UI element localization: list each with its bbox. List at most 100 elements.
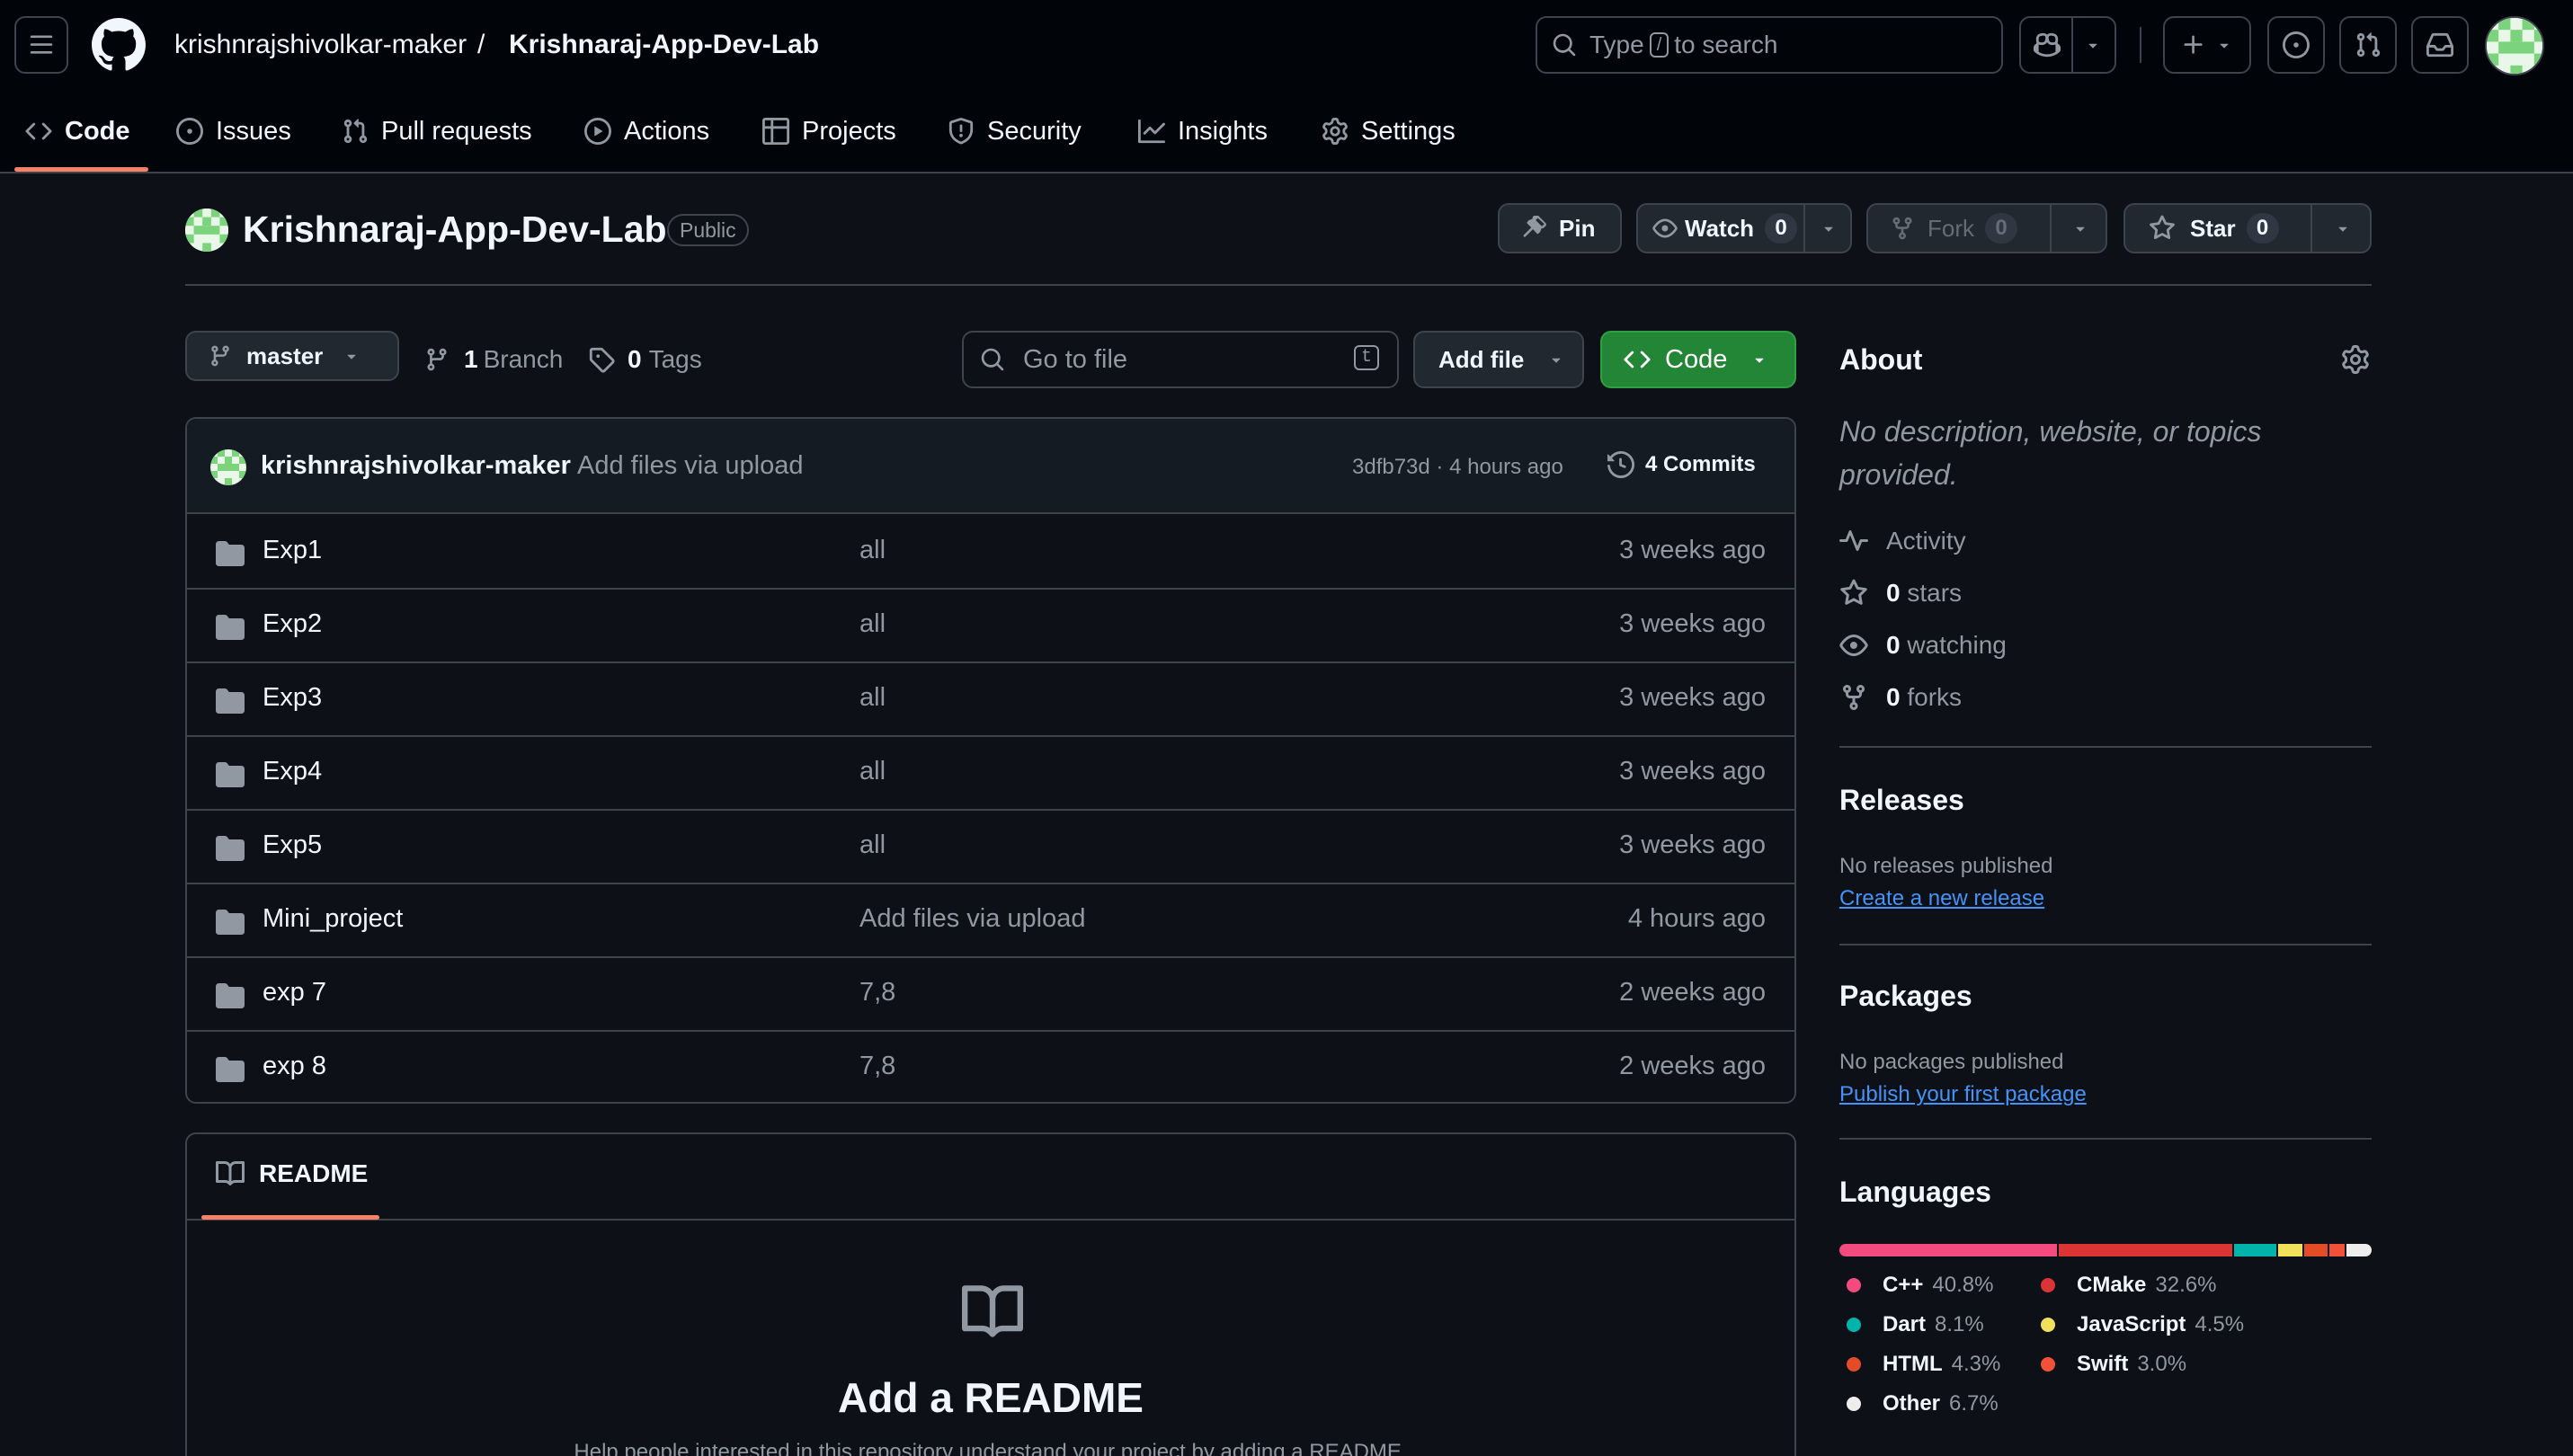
star-button[interactable]: Star 0: [2123, 203, 2372, 253]
commit-author-avatar[interactable]: [210, 449, 246, 485]
inbox-button[interactable]: [2411, 16, 2469, 74]
publish-package-link[interactable]: Publish your first package: [1839, 1082, 2087, 1107]
tab-settings[interactable]: Settings: [1322, 104, 1456, 158]
go-to-file-shortcut: t: [1353, 345, 1379, 370]
tab-issues[interactable]: Issues: [176, 104, 291, 158]
active-tab-indicator: [14, 167, 148, 172]
language-item[interactable]: Dart 8.1%: [1847, 1312, 1984, 1337]
file-row[interactable]: Exp4 all 3 weeks ago: [187, 737, 1794, 811]
breadcrumb-repo[interactable]: Krishnaraj-App-Dev-Lab: [509, 27, 819, 63]
language-item[interactable]: JavaScript 4.5%: [2041, 1312, 2244, 1337]
go-to-file-input[interactable]: Go to file t: [962, 331, 1399, 388]
file-row[interactable]: Exp3 all 3 weeks ago: [187, 663, 1794, 737]
fork-count: 0: [1985, 213, 2017, 244]
tab-projects[interactable]: Projects: [762, 104, 896, 158]
language-item[interactable]: Swift 3.0%: [2041, 1352, 2186, 1377]
language-name: C++: [1883, 1273, 1924, 1297]
github-logo-icon[interactable]: [92, 18, 146, 72]
file-commit-message[interactable]: 7,8: [859, 1052, 895, 1081]
create-new-button[interactable]: [2163, 16, 2251, 74]
tab-code[interactable]: Code: [25, 104, 130, 158]
copilot-button[interactable]: [2019, 16, 2116, 74]
file-name[interactable]: exp 7: [263, 978, 326, 1008]
packages-heading[interactable]: Packages: [1839, 980, 1972, 1013]
watch-label: Watch: [1685, 214, 1755, 242]
language-item[interactable]: Other 6.7%: [1847, 1391, 1999, 1416]
stars-link[interactable]: 0 stars: [1839, 579, 1962, 608]
readme-tab[interactable]: README: [216, 1159, 368, 1188]
language-item[interactable]: CMake 32.6%: [2041, 1273, 2216, 1298]
file-name[interactable]: Mini_project: [263, 904, 403, 934]
file-commit-message[interactable]: all: [859, 609, 886, 639]
issues-shortcut-button[interactable]: [2267, 16, 2325, 74]
tab-pull-requests[interactable]: Pull requests: [342, 104, 532, 158]
chevron-down-icon: [2338, 226, 2347, 232]
file-row[interactable]: Exp2 all 3 weeks ago: [187, 590, 1794, 663]
book-icon: [216, 1160, 245, 1185]
hamburger-menu-button[interactable]: [14, 16, 68, 74]
file-commit-message[interactable]: all: [859, 536, 886, 565]
file-commit-message[interactable]: all: [859, 683, 886, 713]
language-item[interactable]: HTML 4.3%: [1847, 1352, 2000, 1377]
language-bar-segment: [2278, 1244, 2303, 1256]
file-row[interactable]: exp 7 7,8 2 weeks ago: [187, 958, 1794, 1032]
file-name[interactable]: Exp1: [263, 536, 322, 565]
inbox-icon: [2426, 32, 2453, 58]
fork-button[interactable]: Fork 0: [1866, 203, 2107, 253]
graph-icon: [1138, 119, 1165, 144]
file-commit-message[interactable]: all: [859, 757, 886, 786]
button-divider: [1803, 205, 1805, 252]
tab-actions[interactable]: Actions: [584, 104, 709, 158]
repo-title[interactable]: Krishnaraj-App-Dev-Lab: [243, 207, 667, 252]
pin-label: Pin: [1559, 214, 1596, 242]
folder-icon: [216, 687, 245, 715]
branches-link[interactable]: 1 Branch: [424, 342, 563, 377]
file-name[interactable]: Exp5: [263, 830, 322, 860]
releases-heading[interactable]: Releases: [1839, 784, 1964, 817]
watch-button[interactable]: Watch 0: [1636, 203, 1852, 253]
file-commit-message[interactable]: Add files via upload: [859, 904, 1086, 934]
file-name[interactable]: exp 8: [263, 1052, 326, 1081]
tab-pull-requests-label: Pull requests: [381, 116, 532, 146]
tags-link[interactable]: 0 Tags: [588, 342, 702, 377]
file-commit-message[interactable]: 7,8: [859, 978, 895, 1008]
breadcrumb-owner[interactable]: krishnrajshivolkar-maker: [174, 27, 467, 63]
commit-hash-time[interactable]: 3dfb73d · 4 hours ago: [1352, 455, 1563, 480]
pull-requests-shortcut-button[interactable]: [2339, 16, 2397, 74]
repo-header-divider: [185, 284, 2372, 286]
user-avatar[interactable]: [2485, 16, 2544, 75]
create-release-link[interactable]: Create a new release: [1839, 886, 2044, 911]
add-file-button[interactable]: Add file: [1413, 331, 1584, 388]
file-name[interactable]: Exp2: [263, 609, 322, 639]
language-name: Swift: [2077, 1352, 2129, 1376]
commit-author[interactable]: krishnrajshivolkar-maker: [261, 451, 571, 481]
commits-link[interactable]: 4 Commits: [1607, 451, 1756, 478]
code-dropdown-button[interactable]: Code: [1600, 331, 1796, 388]
tab-insights[interactable]: Insights: [1138, 104, 1268, 158]
edit-about-button[interactable]: [2341, 345, 2370, 374]
file-name[interactable]: Exp4: [263, 757, 322, 786]
file-row[interactable]: Mini_project Add files via upload 4 hours …: [187, 884, 1794, 958]
file-name[interactable]: Exp3: [263, 683, 322, 713]
language-item[interactable]: C++ 40.8%: [1847, 1273, 1993, 1298]
forks-link[interactable]: 0 forks: [1839, 683, 1962, 712]
search-prefix: Type: [1589, 31, 1644, 58]
breadcrumb-separator: /: [477, 30, 485, 59]
activity-link[interactable]: Activity: [1839, 527, 1966, 555]
branch-selector[interactable]: master: [185, 331, 399, 381]
language-bar-segment: [2304, 1244, 2328, 1256]
global-search-input[interactable]: Type / to search: [1536, 16, 2003, 74]
file-row[interactable]: exp 8 7,8 2 weeks ago: [187, 1032, 1794, 1102]
file-row[interactable]: Exp5 all 3 weeks ago: [187, 811, 1794, 884]
sidebar-divider: [1839, 944, 2372, 946]
commit-message[interactable]: Add files via upload: [577, 451, 804, 481]
file-row[interactable]: Exp1 all 3 weeks ago: [187, 516, 1794, 590]
tab-security[interactable]: Security: [948, 104, 1082, 158]
language-bar-segment: [2346, 1244, 2372, 1256]
pin-button[interactable]: Pin: [1498, 203, 1622, 253]
watching-link[interactable]: 0 watching: [1839, 631, 2007, 660]
repo-owner-avatar[interactable]: [185, 209, 228, 252]
watching-count: 0: [1886, 631, 1901, 659]
forks-count: 0: [1886, 683, 1901, 711]
file-commit-message[interactable]: all: [859, 830, 886, 860]
